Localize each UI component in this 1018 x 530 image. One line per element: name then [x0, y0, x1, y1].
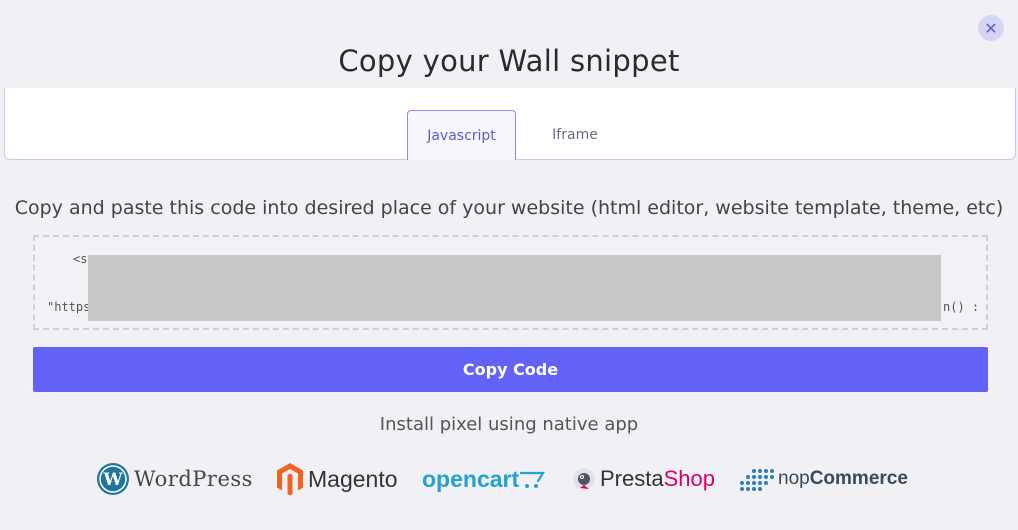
magento-label: Magento — [308, 465, 398, 492]
prestashop-app-link[interactable]: PrestaShop — [572, 456, 715, 502]
prestashop-label-presta: Presta — [600, 466, 664, 491]
close-icon[interactable]: ✕ — [984, 19, 997, 38]
prestashop-label: PrestaShop — [600, 466, 715, 492]
code-line-end: n() : — [943, 300, 980, 314]
opencart-cart-icon — [520, 471, 546, 488]
nopcommerce-app-link[interactable]: nopCommerce — [738, 456, 908, 502]
nopcommerce-label-commerce: Commerce — [809, 468, 908, 489]
redacted-code-block — [88, 255, 941, 321]
close-button[interactable]: ✕ — [978, 15, 1004, 41]
copy-code-button[interactable]: Copy Code — [33, 347, 988, 392]
wordpress-app-link[interactable]: W WordPress — [96, 456, 253, 502]
wordpress-label: WordPress — [134, 467, 253, 491]
prestashop-label-shop: Shop — [663, 466, 715, 491]
prestashop-logo-icon — [573, 468, 595, 490]
opencart-app-link[interactable]: opencart — [422, 456, 546, 502]
opencart-label: opencart — [422, 465, 520, 492]
nopcommerce-dots-icon — [740, 469, 774, 491]
tabs-bar: Javascript Iframe — [4, 88, 1016, 160]
code-snippet-box[interactable]: <s "https: n() : — [33, 235, 988, 330]
modal-title: Copy your Wall snippet — [338, 44, 680, 78]
tab-javascript[interactable]: Javascript — [407, 110, 516, 160]
magento-app-link[interactable]: Magento — [276, 456, 398, 502]
snippet-modal: ✕ Copy your Wall snippet Javascript Ifra… — [0, 0, 1018, 530]
tab-iframe[interactable]: Iframe — [525, 110, 625, 160]
svg-text:W: W — [102, 470, 123, 490]
nopcommerce-label: nopCommerce — [778, 468, 908, 490]
nopcommerce-label-nop: nop — [778, 468, 810, 489]
native-apps-row: W WordPress Magento opencart PrestaShop … — [0, 456, 1018, 502]
code-line-start: <s — [73, 252, 88, 266]
wordpress-logo-icon: W — [97, 463, 129, 495]
instructions-text: Copy and paste this code into desired pl… — [14, 197, 1004, 219]
magento-logo-icon — [277, 463, 303, 496]
install-pixel-label: Install pixel using native app — [379, 414, 639, 435]
